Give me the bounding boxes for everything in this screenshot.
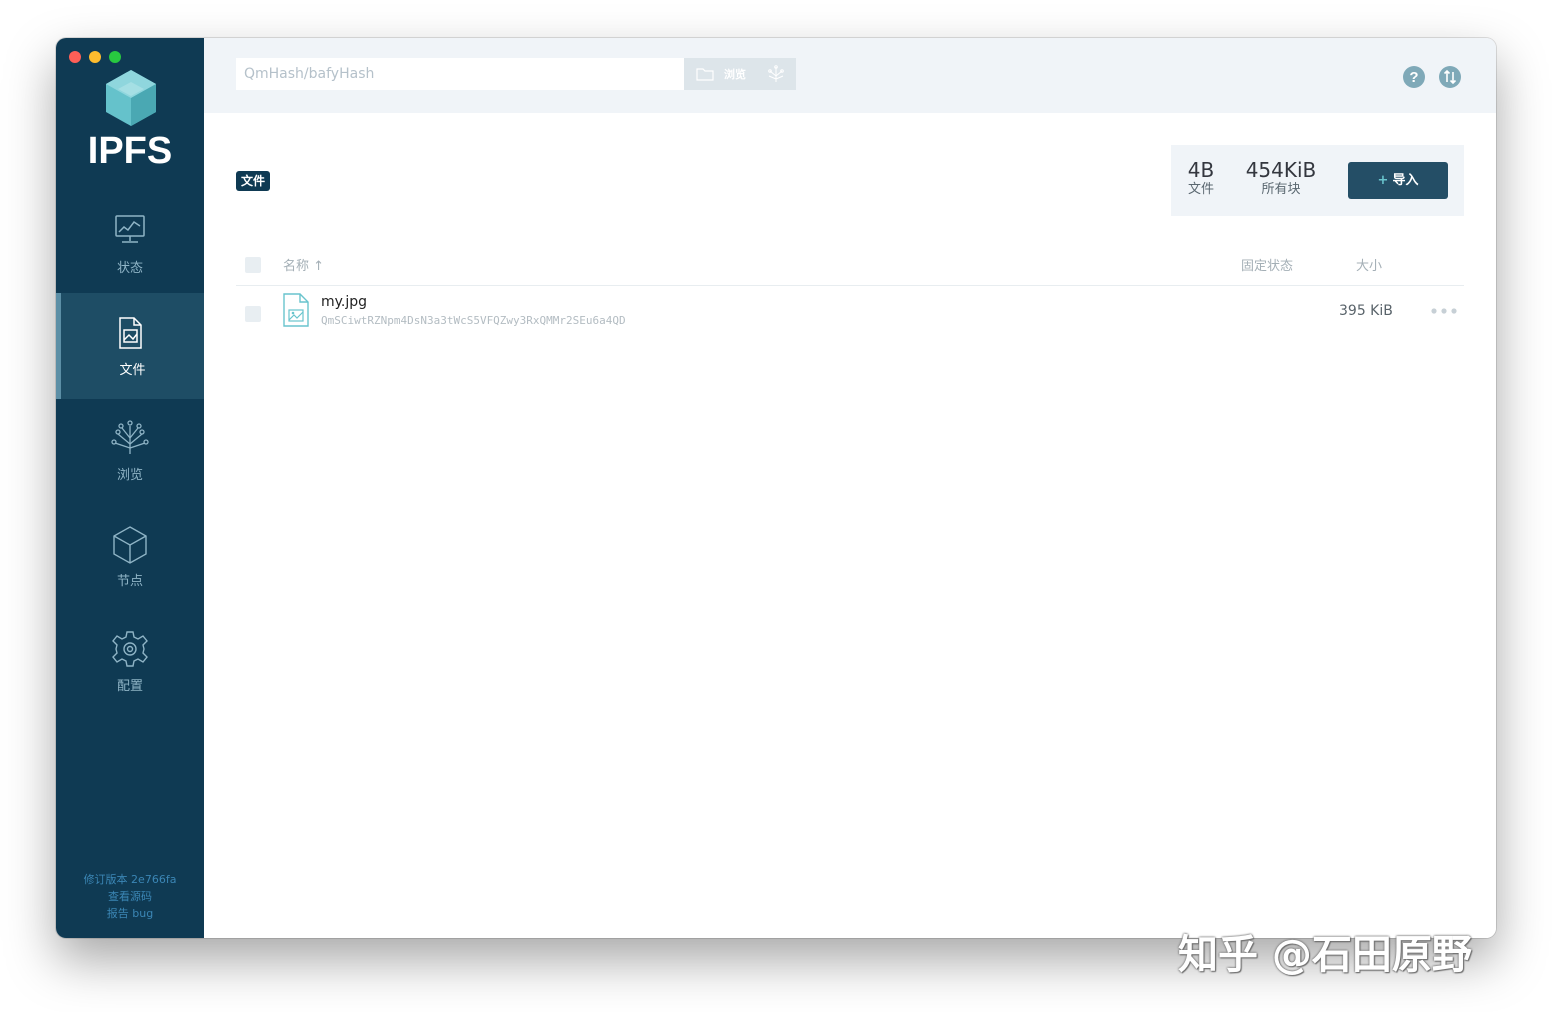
folder-icon — [696, 68, 714, 81]
more-options-icon[interactable] — [1430, 305, 1458, 317]
connection-status-icon[interactable] — [1438, 65, 1462, 89]
file-size: 395 KiB — [1339, 303, 1393, 319]
status-chart-icon — [115, 215, 145, 243]
sidebar-item-label: 配置 — [116, 679, 143, 694]
files-count-label: 文件 — [1187, 182, 1214, 197]
row-checkbox[interactable] — [245, 306, 261, 322]
sidebar-item-label: 状态 — [116, 261, 143, 276]
view-source-link[interactable]: 查看源码 — [56, 888, 204, 905]
browse-button[interactable]: 浏览 — [684, 58, 796, 90]
revision-link[interactable]: 修订版本 2e766fa — [56, 871, 204, 888]
sidebar-footer: 修订版本 2e766fa 查看源码 报告 bug — [56, 871, 204, 922]
ipfs-logo-icon — [106, 70, 156, 126]
column-name-sort[interactable]: 名称 ↑ — [283, 255, 324, 274]
sidebar-item-peers[interactable]: 节点 — [56, 504, 204, 610]
files-stats-box: 4B 文件 454KiB 所有块 + 导入 — [1171, 145, 1464, 216]
column-size: 大小 — [1356, 259, 1383, 274]
hash-search-input[interactable] — [236, 58, 684, 90]
files-icon — [119, 317, 142, 349]
blocks-size-stat: 454KiB 所有块 — [1239, 158, 1323, 198]
settings-gear-icon — [112, 631, 148, 667]
file-name[interactable]: my.jpg — [321, 294, 367, 310]
sidebar-item-status[interactable]: 状态 — [56, 191, 204, 297]
import-button[interactable]: + 导入 — [1348, 162, 1448, 199]
watermark: 知乎 @石田原野 — [1178, 932, 1472, 978]
sidebar-item-settings[interactable]: 配置 — [56, 609, 204, 715]
files-count-value: 4B — [1187, 158, 1215, 182]
report-bug-link[interactable]: 报告 bug — [56, 905, 204, 922]
sidebar-item-explore[interactable]: 浏览 — [56, 398, 204, 504]
column-pin-status: 固定状态 — [1241, 259, 1294, 274]
help-icon[interactable]: ? — [1402, 65, 1426, 89]
files-count-stat: 4B 文件 — [1171, 158, 1231, 198]
app-window: IPFS 状态 文件 浏览 节点 配置 修订版本 2e766fa 查看源码 报告… — [56, 38, 1496, 938]
select-all-checkbox[interactable] — [245, 257, 261, 273]
sidebar-item-files[interactable]: 文件 — [56, 293, 204, 399]
import-label: 导入 — [1392, 173, 1419, 188]
blocks-size-value: 454KiB — [1245, 158, 1317, 182]
browse-label: 浏览 — [724, 68, 746, 81]
peers-cube-icon — [113, 526, 147, 564]
blocks-size-label: 所有块 — [1261, 182, 1301, 197]
page-title-badge: 文件 — [236, 171, 271, 191]
image-file-icon — [283, 293, 309, 327]
zoom-window-button[interactable] — [109, 51, 121, 63]
explore-tree-icon — [111, 420, 149, 454]
files-table-header: 名称 ↑ 固定状态 大小 — [236, 243, 1464, 286]
top-bar: 浏览 ? — [204, 38, 1496, 113]
sidebar-item-label: 节点 — [116, 574, 143, 589]
file-hash: QmSCiwtRZNpm4DsN3a3tWcS5VFQZwy3RxQMMr2SE… — [321, 314, 626, 327]
minimize-window-button[interactable] — [89, 51, 101, 63]
close-window-button[interactable] — [69, 51, 81, 63]
files-page: 文件 4B 文件 454KiB 所有块 + 导入 名称 ↑ 固定状态 大小 my… — [204, 113, 1496, 938]
svg-text:?: ? — [1409, 69, 1418, 86]
plus-icon: + — [1377, 173, 1389, 188]
sidebar: IPFS 状态 文件 浏览 节点 配置 修订版本 2e766fa 查看源码 报告… — [56, 38, 204, 938]
table-row[interactable]: my.jpg QmSCiwtRZNpm4DsN3a3tWcS5VFQZwy3Rx… — [236, 286, 1464, 340]
sidebar-item-label: 文件 — [119, 363, 146, 378]
app-logo-text: IPFS — [87, 130, 173, 172]
explore-tree-icon — [768, 65, 784, 82]
sidebar-item-label: 浏览 — [116, 468, 143, 483]
